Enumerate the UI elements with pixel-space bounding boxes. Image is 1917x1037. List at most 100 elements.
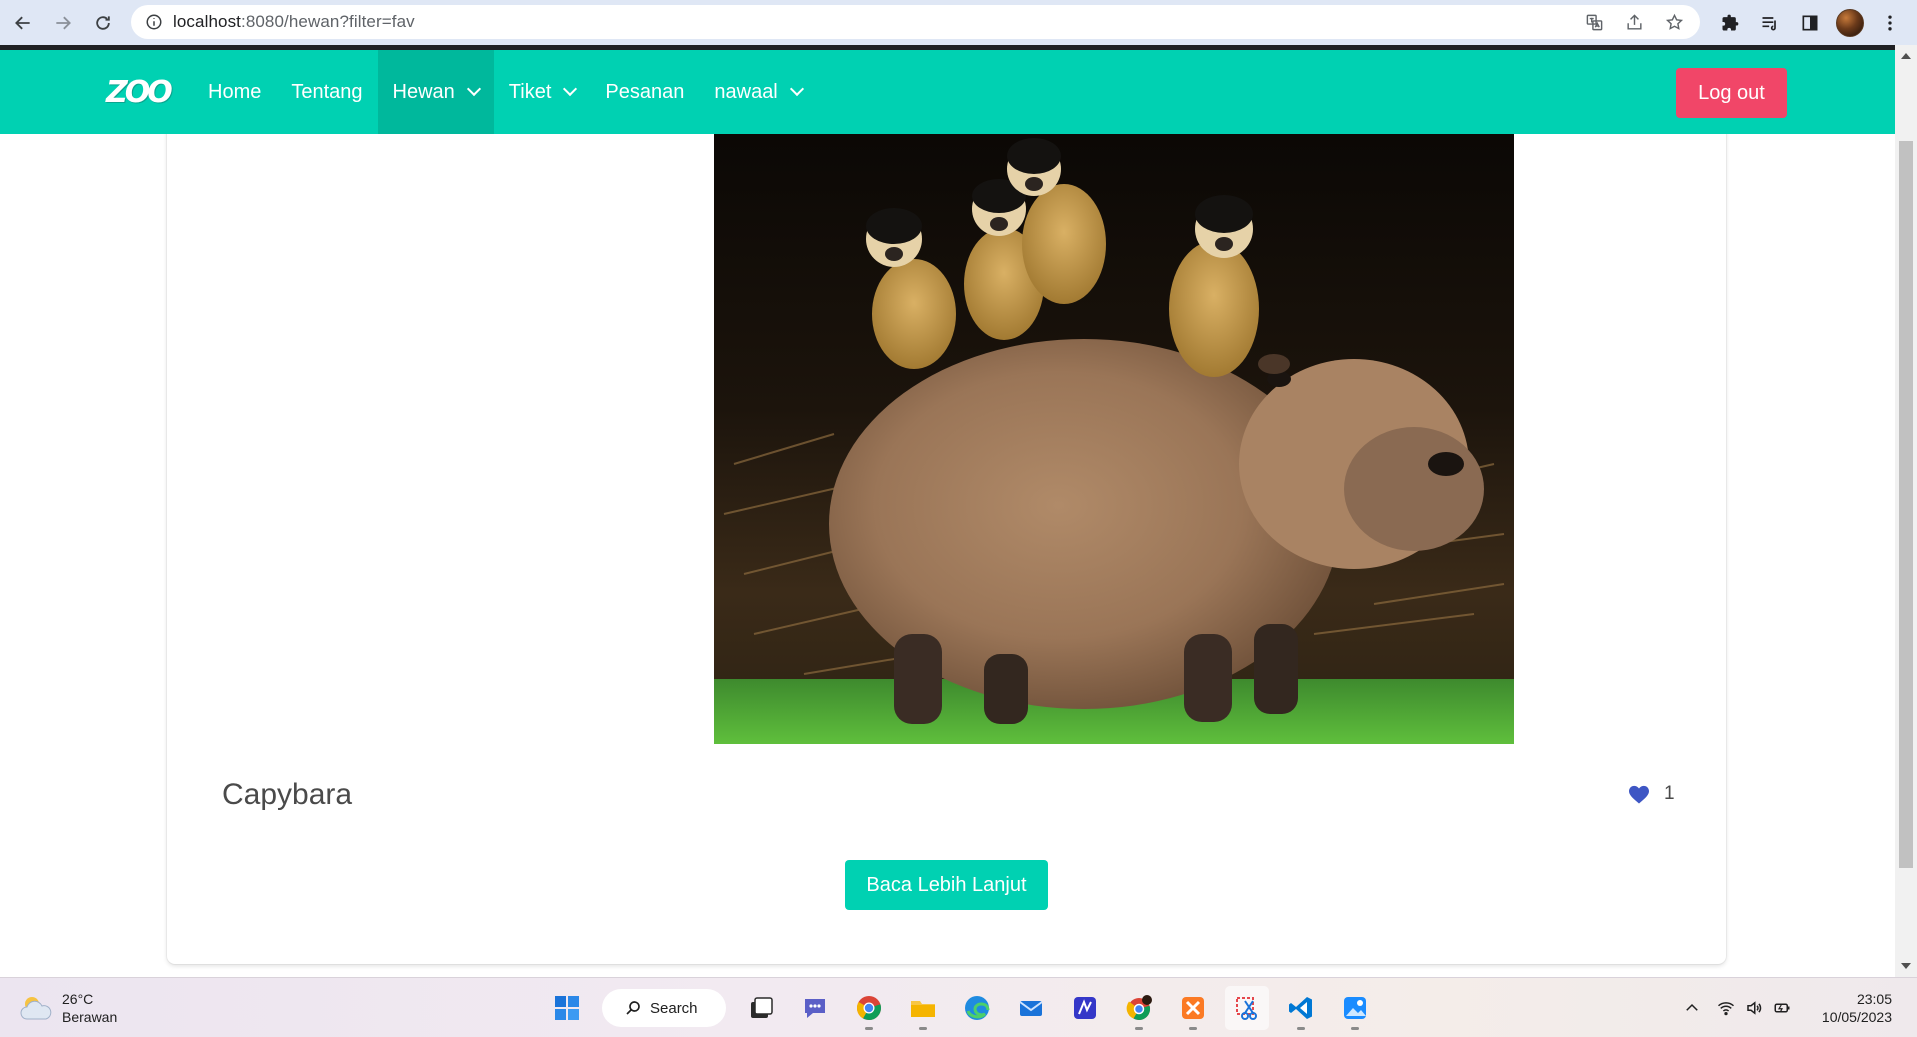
wifi-button[interactable] [1712, 994, 1740, 1022]
chat-icon [805, 999, 825, 1018]
address-bar[interactable]: localhost:8080/hewan?filter=fav [131, 5, 1700, 39]
photos-app-button[interactable] [1333, 986, 1377, 1030]
avatar [1836, 8, 1864, 37]
snipping-tool-icon [1236, 997, 1257, 1020]
url-text[interactable]: localhost:8080/hewan?filter=fav [173, 12, 415, 32]
page-viewport: Capybara 1 Baca Lebih Lanjut ZOO Home Te… [0, 50, 1895, 977]
weather-widget[interactable]: 26°C Berawan [18, 990, 117, 1026]
logo-text: ZOO [106, 74, 173, 110]
volume-button[interactable] [1740, 994, 1768, 1022]
puzzle-icon [1722, 14, 1739, 30]
url-path: :8080/hewan?filter=fav [241, 12, 415, 31]
edge-app-button[interactable] [955, 986, 999, 1030]
vscode-app-button[interactable] [1279, 986, 1323, 1030]
media-controls-button[interactable] [1750, 3, 1790, 43]
speaker-icon [1747, 1001, 1762, 1015]
weather-description: Berawan [62, 1009, 118, 1025]
clock-date: 10/05/2023 [1821, 1009, 1892, 1025]
reload-button[interactable] [86, 6, 120, 40]
taskbar-apps: Search [540, 986, 1382, 1030]
nav-item-hewan[interactable]: Hewan [377, 50, 494, 134]
chevron-down-icon [563, 81, 578, 97]
system-clock[interactable]: 23:05 10/05/2023 [1816, 990, 1892, 1026]
browser-toolbar: localhost:8080/hewan?filter=fav [0, 0, 1917, 45]
url-host: localhost [173, 12, 241, 31]
arrow-left-icon [15, 16, 30, 29]
chevron-down-icon [789, 81, 804, 97]
nav-item-tentang[interactable]: Tentang [276, 50, 377, 134]
zoo-logo[interactable]: ZOO [106, 74, 173, 110]
taskbar-search[interactable]: Search [602, 989, 726, 1027]
bookmark-button[interactable] [1654, 5, 1694, 39]
back-button[interactable] [6, 6, 40, 40]
xampp-app-button[interactable] [1171, 986, 1215, 1030]
forward-button[interactable] [46, 6, 80, 40]
info-icon[interactable] [145, 13, 163, 31]
task-view-icon [751, 997, 773, 1018]
logout-button[interactable]: Log out [1676, 68, 1787, 118]
capybara-photo-image [714, 134, 1514, 744]
animal-card: Capybara 1 Baca Lebih Lanjut [167, 50, 1726, 964]
animal-name: Capybara [222, 778, 353, 811]
profile-button[interactable] [1830, 3, 1870, 43]
photos-icon [1344, 997, 1366, 1019]
nav-item-user[interactable]: nawaal [699, 50, 816, 134]
reload-icon [96, 15, 110, 30]
favorite-like[interactable]: 1 [1628, 783, 1675, 805]
read-more-button[interactable]: Baca Lebih Lanjut [845, 860, 1048, 910]
side-panel-button[interactable] [1790, 3, 1830, 43]
chrome-profile-icon [1126, 995, 1152, 1020]
chevron-down-icon [466, 81, 481, 97]
nav-item-label: Home [208, 80, 262, 103]
studio-app-button[interactable] [1063, 986, 1107, 1030]
page-scrollbar[interactable] [1895, 45, 1917, 977]
chevron-up-icon [1686, 1003, 1698, 1011]
animal-photo [714, 134, 1514, 744]
system-tray [1678, 978, 1796, 1037]
nav-item-label: Tentang [291, 80, 363, 103]
menu-button[interactable] [1870, 3, 1910, 43]
mail-app-button[interactable] [1009, 986, 1053, 1030]
search-label: Search [650, 999, 698, 1017]
nav-menu: Home Tentang Hewan Tiket Pesanan nawaal [193, 50, 817, 134]
nav-item-label: Pesanan [605, 80, 685, 103]
nav-item-label: Hewan [392, 80, 455, 103]
folder-icon [911, 1001, 935, 1017]
translate-button[interactable] [1574, 5, 1614, 39]
battery-button[interactable] [1768, 994, 1796, 1022]
side-panel-icon [1802, 15, 1818, 30]
snipping-tool-button[interactable] [1225, 986, 1269, 1030]
battery-charging-icon [1774, 1003, 1790, 1013]
taskbar: 26°C Berawan Search 23:05 10/05/2023 [0, 977, 1917, 1037]
nav-item-tiket[interactable]: Tiket [494, 50, 591, 134]
heart-icon[interactable] [1628, 784, 1650, 804]
chat-app-button[interactable] [793, 986, 837, 1030]
nav-item-pesanan[interactable]: Pesanan [590, 50, 699, 134]
cloudy-weather-icon [20, 997, 52, 1020]
task-view-button[interactable] [739, 986, 783, 1030]
windows-logo-icon [555, 996, 579, 1020]
xampp-icon [1182, 997, 1204, 1019]
extensions-button[interactable] [1710, 3, 1750, 43]
navbar: ZOO Home Tentang Hewan Tiket Pesanan naw… [0, 50, 1895, 134]
scroll-up-icon[interactable] [1901, 53, 1911, 59]
scrollbar-thumb[interactable] [1899, 141, 1913, 868]
translate-icon [1586, 14, 1602, 30]
file-explorer-button[interactable] [901, 986, 945, 1030]
arrow-right-icon [56, 16, 71, 29]
search-icon [626, 1001, 640, 1015]
clock-time: 23:05 [1856, 991, 1892, 1007]
kebab-menu-icon [1888, 15, 1892, 30]
share-button[interactable] [1614, 5, 1654, 39]
like-count: 1 [1664, 783, 1675, 804]
chrome-app-button[interactable] [847, 986, 891, 1030]
share-icon [1626, 13, 1642, 30]
nav-item-label: nawaal [714, 80, 778, 103]
show-hidden-icons-button[interactable] [1678, 994, 1706, 1022]
scroll-down-icon[interactable] [1901, 963, 1911, 969]
start-button[interactable] [545, 986, 589, 1030]
weather-temperature: 26°C [62, 991, 94, 1007]
nav-item-home[interactable]: Home [193, 50, 276, 134]
chrome-profile-app-button[interactable] [1117, 986, 1161, 1030]
playlist-icon [1762, 16, 1776, 30]
